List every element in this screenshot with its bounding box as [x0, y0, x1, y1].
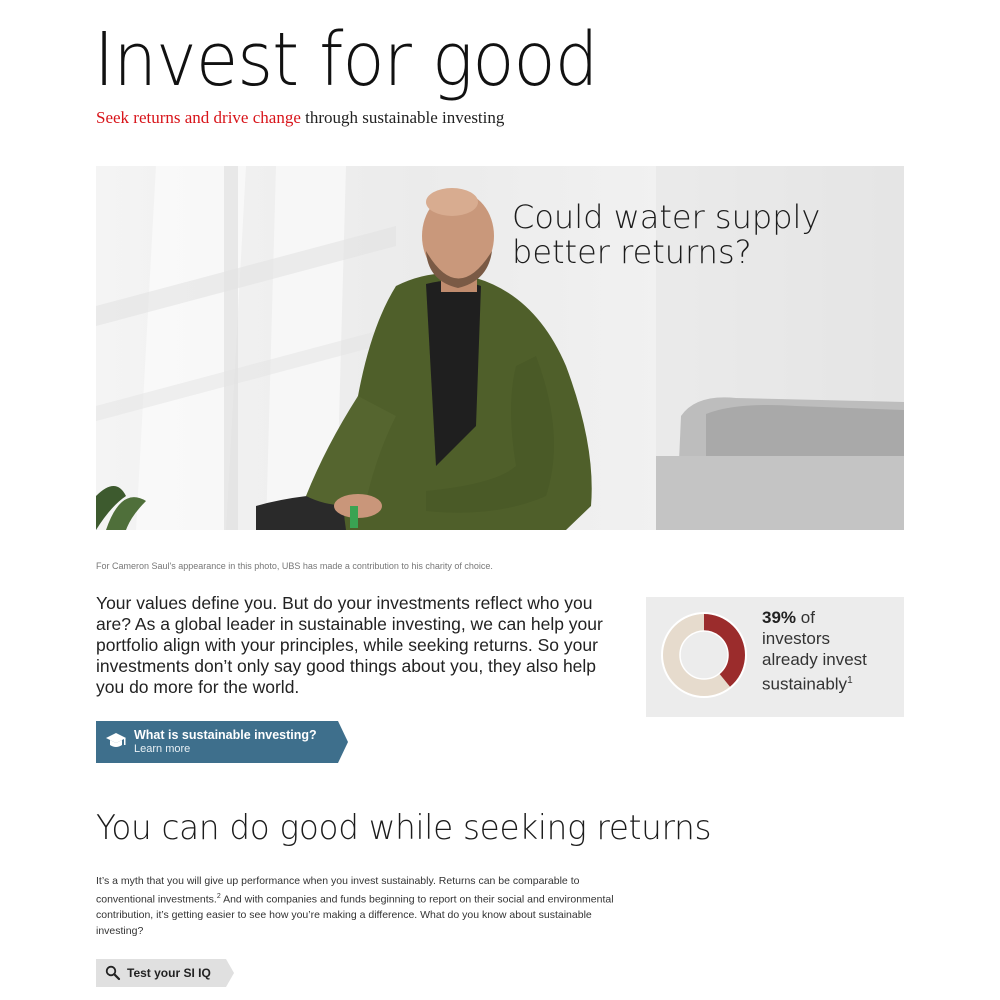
photo-caption: For Cameron Saul's appearance in this ph…: [96, 561, 493, 571]
hero-headline: Could water supply better returns?: [512, 200, 892, 270]
donut-inner-outline: [679, 630, 729, 680]
section-body: It’s a myth that you will give up perfor…: [96, 874, 616, 939]
page-title: Invest for good: [94, 17, 598, 103]
test-si-iq-label: Test your SI IQ: [127, 966, 211, 980]
learn-more-subtitle: Learn more: [134, 743, 191, 755]
magnifier-icon: [105, 965, 121, 981]
hero-headline-line1: Could water supply: [512, 198, 821, 236]
learn-more-title: What is sustainable investing?: [134, 728, 317, 742]
graduation-cap-icon: [106, 733, 126, 747]
stat-percent: 39%: [762, 608, 797, 627]
hero-headline-line2: better returns?: [512, 233, 752, 271]
subtitle-highlight: Seek returns and drive change: [96, 108, 301, 127]
hero-banner: Could water supply better returns?: [96, 166, 904, 530]
stat-line3: already invest: [762, 650, 867, 669]
stat-line2: investors: [762, 629, 831, 648]
section-title: You can do good while seeking returns: [96, 808, 712, 848]
stat-of: of: [796, 608, 815, 627]
test-si-iq-button[interactable]: Test your SI IQ: [96, 959, 236, 987]
stat-text: 39% of investors already invest sustaina…: [762, 607, 897, 695]
stat-footnote: 1: [847, 675, 853, 686]
intro-paragraph: Your values define you. But do your inve…: [96, 593, 603, 697]
stat-card: 39% of investors already invest sustaina…: [646, 597, 904, 717]
page-subtitle: Seek returns and drive change through su…: [96, 108, 504, 128]
donut-chart: [661, 612, 747, 698]
learn-more-button[interactable]: What is sustainable investing? Learn mor…: [96, 721, 348, 763]
stat-line4: sustainably: [762, 674, 848, 694]
subtitle-rest: through sustainable investing: [300, 108, 505, 127]
